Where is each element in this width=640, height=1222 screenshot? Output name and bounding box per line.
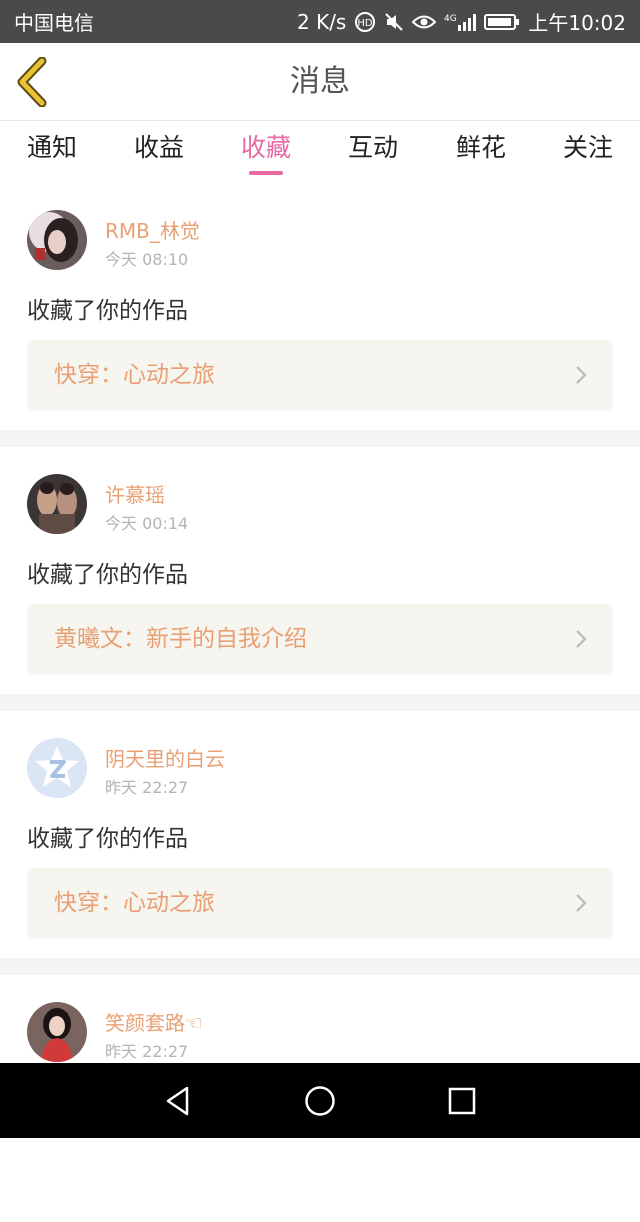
page-title: 消息 bbox=[290, 64, 350, 99]
tab-flowers[interactable]: 鲜花 bbox=[431, 121, 531, 183]
username[interactable]: 许慕瑶 bbox=[105, 479, 165, 508]
action-text: 收藏了你的作品 bbox=[27, 826, 188, 852]
divider bbox=[0, 694, 640, 711]
avatar[interactable] bbox=[27, 474, 87, 534]
network-speed: 2 K/s bbox=[297, 9, 347, 34]
system-nav-bar bbox=[0, 1063, 640, 1138]
tab-label: 关注 bbox=[562, 133, 613, 162]
work-link[interactable]: 快穿：心动之旅 bbox=[27, 868, 613, 939]
triangle-back-icon bbox=[166, 1086, 189, 1116]
eye-comfort-icon bbox=[412, 13, 437, 31]
tab-favorites[interactable]: 收藏 bbox=[216, 121, 316, 183]
tab-following[interactable]: 关注 bbox=[538, 121, 638, 183]
tab-label: 互动 bbox=[347, 133, 398, 162]
back-button[interactable] bbox=[12, 56, 56, 108]
mute-icon bbox=[384, 12, 404, 32]
timestamp: 昨天 22:27 bbox=[105, 778, 189, 797]
clock: 上午10:02 bbox=[528, 11, 626, 35]
tab-earnings[interactable]: 收益 bbox=[109, 121, 209, 183]
notification-item: RMB_林觉 今天 08:10 收藏了你的作品 快穿：心动之旅 bbox=[0, 183, 640, 430]
avatar[interactable] bbox=[27, 1002, 87, 1062]
nav-recents-button[interactable] bbox=[444, 1083, 480, 1119]
tab-label: 鲜花 bbox=[455, 133, 506, 162]
username[interactable]: 笑颜套路☜ bbox=[105, 1007, 203, 1036]
timestamp: 今天 08:10 bbox=[105, 250, 189, 269]
tab-label: 通知 bbox=[26, 133, 77, 162]
tab-label: 收益 bbox=[133, 133, 184, 162]
chevron-right-icon bbox=[576, 894, 587, 912]
carrier-label: 中国电信 bbox=[14, 11, 94, 35]
work-title: 快穿：心动之旅 bbox=[54, 362, 215, 388]
tab-label: 收藏 bbox=[240, 133, 291, 162]
qq-default-avatar[interactable] bbox=[27, 738, 87, 798]
hd-call-icon: HD bbox=[354, 11, 376, 33]
avatar[interactable] bbox=[27, 210, 87, 270]
battery-icon bbox=[484, 13, 520, 31]
notification-item: 许慕瑶 今天 00:14 收藏了你的作品 黄曦文：新手的自我介绍 bbox=[0, 447, 640, 694]
header: 消息 bbox=[0, 43, 640, 121]
work-link[interactable]: 快穿：心动之旅 bbox=[27, 340, 613, 411]
signal-icon: 4G bbox=[444, 12, 477, 32]
chevron-left-icon bbox=[17, 56, 47, 108]
status-bar: 中国电信 2 K/s HD 4G 上午10:02 bbox=[0, 0, 640, 43]
work-title: 黄曦文：新手的自我介绍 bbox=[54, 626, 307, 652]
circle-home-icon bbox=[305, 1086, 335, 1116]
nav-back-button[interactable] bbox=[160, 1083, 196, 1119]
status-icons: 2 K/s HD 4G 上午10:02 bbox=[297, 7, 626, 36]
timestamp: 今天 00:14 bbox=[105, 514, 189, 533]
action-text: 收藏了你的作品 bbox=[27, 298, 188, 324]
divider bbox=[0, 958, 640, 975]
username[interactable]: 阴天里的白云 bbox=[105, 743, 225, 772]
tab-bar: 通知 收益 收藏 互动 鲜花 关注 bbox=[0, 121, 640, 183]
network-type: 4G bbox=[444, 14, 457, 24]
svg-text:HD: HD bbox=[358, 18, 374, 29]
active-tab-indicator bbox=[249, 171, 283, 175]
nav-home-button[interactable] bbox=[302, 1083, 338, 1119]
chevron-right-icon bbox=[576, 366, 587, 384]
work-title: 快穿：心动之旅 bbox=[54, 890, 215, 916]
tab-interactions[interactable]: 互动 bbox=[323, 121, 423, 183]
work-link[interactable]: 黄曦文：新手的自我介绍 bbox=[27, 604, 613, 675]
action-text: 收藏了你的作品 bbox=[27, 562, 188, 588]
timestamp: 昨天 22:27 bbox=[105, 1042, 189, 1061]
divider bbox=[0, 430, 640, 447]
username[interactable]: RMB_林觉 bbox=[105, 215, 200, 244]
chevron-right-icon bbox=[576, 630, 587, 648]
square-recents-icon bbox=[448, 1087, 476, 1115]
tab-notifications[interactable]: 通知 bbox=[2, 121, 102, 183]
notification-item: 阴天里的白云 昨天 22:27 收藏了你的作品 快穿：心动之旅 bbox=[0, 711, 640, 958]
